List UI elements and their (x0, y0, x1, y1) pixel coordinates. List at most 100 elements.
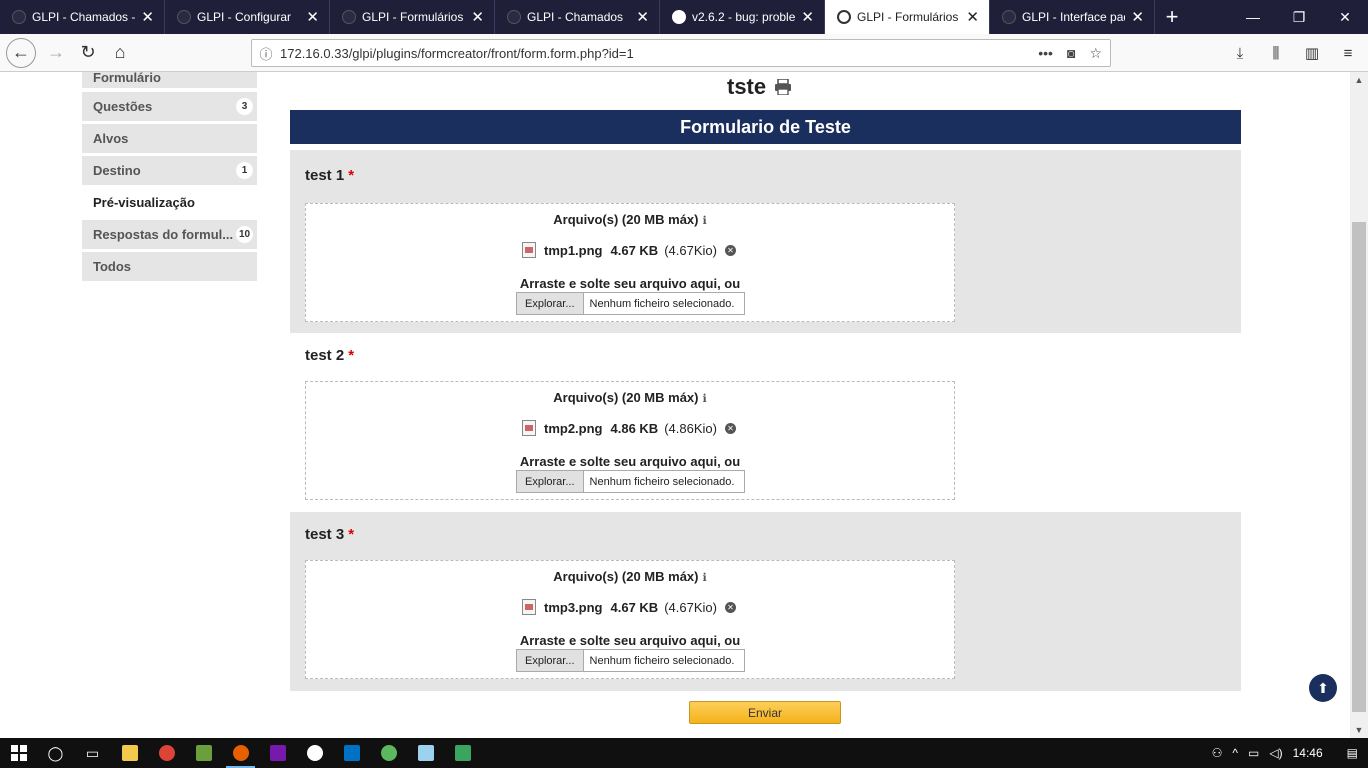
file-input[interactable]: Explorar... Nenhum ficheiro selecionado. (516, 649, 745, 672)
xbox-icon[interactable] (296, 738, 333, 768)
site-info-icon[interactable]: ⓘ (252, 44, 280, 63)
uploaded-file: tmp3.png 4.67 KB (4.67Kio) ✕ (522, 599, 736, 615)
image-file-icon (522, 420, 536, 436)
hs-app-icon[interactable] (370, 738, 407, 768)
windows-start-icon[interactable] (0, 738, 37, 768)
close-tab-icon[interactable]: ✕ (141, 8, 154, 26)
glpi-favicon-icon (342, 10, 356, 24)
page-content: Formulário Questões 3 Alvos Destino 1 Pré-… (0, 72, 1350, 738)
network-icon[interactable]: ▭ (1248, 746, 1259, 760)
notifications-icon[interactable]: ▤ (1347, 746, 1358, 760)
sidebar-item-questoes[interactable]: Questões 3 (82, 92, 257, 121)
form-side-menu: Formulário Questões 3 Alvos Destino 1 Pré-… (82, 72, 257, 284)
window-close-icon[interactable]: ✕ (1322, 0, 1368, 34)
home-icon[interactable]: ⌂ (104, 37, 136, 69)
sidebar-item-pre-visualizacao[interactable]: Pré-visualização (82, 188, 257, 217)
scrollbar-thumb[interactable] (1352, 222, 1366, 712)
volume-icon[interactable]: ◁) (1269, 746, 1282, 760)
scroll-up-icon[interactable]: ▲ (1350, 72, 1368, 88)
bookmark-star-icon[interactable]: ☆ (1089, 45, 1102, 62)
browse-button[interactable]: Explorar... (517, 650, 584, 671)
browser-tab[interactable]: v2.6.2 - bug: problem ✕ (660, 0, 825, 34)
printer-icon[interactable] (774, 79, 792, 95)
scroll-to-top-icon[interactable]: ⬆ (1309, 674, 1337, 702)
download-icon[interactable]: ⤓ (1228, 39, 1252, 67)
back-icon[interactable]: ← (6, 37, 36, 68)
submit-button[interactable]: Enviar (689, 701, 841, 724)
sidebar-toggle-icon[interactable]: ▥ (1300, 39, 1324, 67)
browser-tab[interactable]: GLPI - Chamados ✕ (495, 0, 660, 34)
file-drop-zone[interactable]: Arquivo(s) (20 MB máx) ℹ tmp3.png 4.67 KB… (305, 560, 955, 679)
url-text[interactable]: 172.16.0.33/glpi/plugins/formcreator/fro… (280, 46, 1038, 61)
onenote-icon[interactable] (259, 738, 296, 768)
close-tab-icon[interactable]: ✕ (966, 8, 979, 26)
browse-button[interactable]: Explorar... (517, 293, 584, 314)
count-badge: 1 (236, 162, 253, 179)
people-icon[interactable]: ⚇ (1212, 746, 1223, 760)
close-tab-icon[interactable]: ✕ (1131, 8, 1144, 26)
close-tab-icon[interactable]: ✕ (801, 8, 814, 26)
sidebar-item-destino[interactable]: Destino 1 (82, 156, 257, 185)
glpi-favicon-icon (12, 10, 26, 24)
task-view-icon[interactable]: ▭ (74, 738, 111, 768)
browser-tab[interactable]: GLPI - Formulários ✕ (330, 0, 495, 34)
form-title: tste (727, 74, 792, 100)
url-bar[interactable]: ⓘ 172.16.0.33/glpi/plugins/formcreator/f… (251, 39, 1111, 67)
file-drop-zone[interactable]: Arquivo(s) (20 MB máx) ℹ tmp2.png 4.86 KB… (305, 381, 955, 500)
sidebar-item-formulario[interactable]: Formulário (82, 72, 257, 88)
scroll-down-icon[interactable]: ▼ (1350, 722, 1368, 738)
forward-icon[interactable]: → (40, 37, 72, 69)
browser-tab-active[interactable]: GLPI - Formulários ✕ (825, 0, 990, 34)
remove-file-icon[interactable]: ✕ (724, 244, 736, 256)
menu-icon[interactable]: ≡ (1336, 39, 1360, 67)
outlook-icon[interactable] (333, 738, 370, 768)
sidebar-item-todos[interactable]: Todos (82, 252, 257, 281)
browser-tab[interactable]: GLPI - Configurar ✕ (165, 0, 330, 34)
close-tab-icon[interactable]: ✕ (471, 8, 484, 26)
glpi-favicon-icon (507, 10, 521, 24)
close-tab-icon[interactable]: ✕ (636, 8, 649, 26)
required-mark: * (348, 526, 355, 543)
file-input[interactable]: Explorar... Nenhum ficheiro selecionado. (516, 470, 745, 493)
browser-tab[interactable]: GLPI - Interface pad ✕ (990, 0, 1155, 34)
no-file-text: Nenhum ficheiro selecionado. (589, 654, 735, 667)
glpi-favicon-icon (177, 10, 191, 24)
browser-tab[interactable]: GLPI - Chamados - ✕ (0, 0, 165, 34)
question-label: test 3 * (305, 526, 355, 543)
required-mark: * (348, 167, 355, 184)
restore-icon[interactable]: ❐ (1276, 0, 1322, 34)
chrome-icon[interactable] (148, 738, 185, 768)
file-input[interactable]: Explorar... Nenhum ficheiro selecionado. (516, 292, 745, 315)
minimize-icon[interactable]: — (1230, 0, 1276, 34)
remove-file-icon[interactable]: ✕ (724, 601, 736, 613)
question-block: test 3 * Arquivo(s) (20 MB máx) ℹ tmp3.png… (290, 512, 1241, 691)
file-explorer-icon[interactable] (111, 738, 148, 768)
notepad-icon[interactable] (407, 738, 444, 768)
required-mark: * (348, 347, 355, 364)
pocket-icon[interactable]: ◙ (1067, 45, 1075, 62)
search-icon[interactable]: ◯ (37, 738, 74, 768)
question-block: test 1 * Arquivo(s) (20 MB máx) ℹ tmp1.png… (290, 150, 1241, 333)
new-tab-icon[interactable]: + (1155, 0, 1189, 34)
sidebar-item-respostas[interactable]: Respostas do formul... 10 (82, 220, 257, 249)
windows-taskbar: ◯ ▭ ⚇ ^ ▭ ◁) 14:46 ▤ (0, 738, 1368, 768)
library-icon[interactable]: ⫼ (1264, 39, 1288, 67)
page-actions-icon[interactable]: ••• (1038, 45, 1053, 62)
info-icon[interactable]: ℹ (703, 572, 707, 584)
clock[interactable]: 14:46 (1293, 746, 1323, 760)
sidebar-item-alvos[interactable]: Alvos (82, 124, 257, 153)
file-drop-zone[interactable]: Arquivo(s) (20 MB máx) ℹ tmp1.png 4.67 KB… (305, 203, 955, 322)
chevron-up-icon[interactable]: ^ (1232, 746, 1238, 760)
browse-button[interactable]: Explorar... (517, 471, 584, 492)
network-app-icon[interactable] (444, 738, 481, 768)
github-favicon-icon (672, 10, 686, 24)
network-tool-icon[interactable] (185, 738, 222, 768)
reload-icon[interactable]: ↻ (72, 37, 104, 69)
close-tab-icon[interactable]: ✕ (306, 8, 319, 26)
firefox-icon[interactable] (222, 738, 259, 768)
browser-nav-bar: ← → ↻ ⌂ ⓘ 172.16.0.33/glpi/plugins/formc… (0, 34, 1368, 72)
info-icon[interactable]: ℹ (703, 393, 707, 405)
page-scrollbar[interactable]: ▲ ▼ (1350, 72, 1368, 738)
remove-file-icon[interactable]: ✕ (724, 422, 736, 434)
info-icon[interactable]: ℹ (703, 215, 707, 227)
